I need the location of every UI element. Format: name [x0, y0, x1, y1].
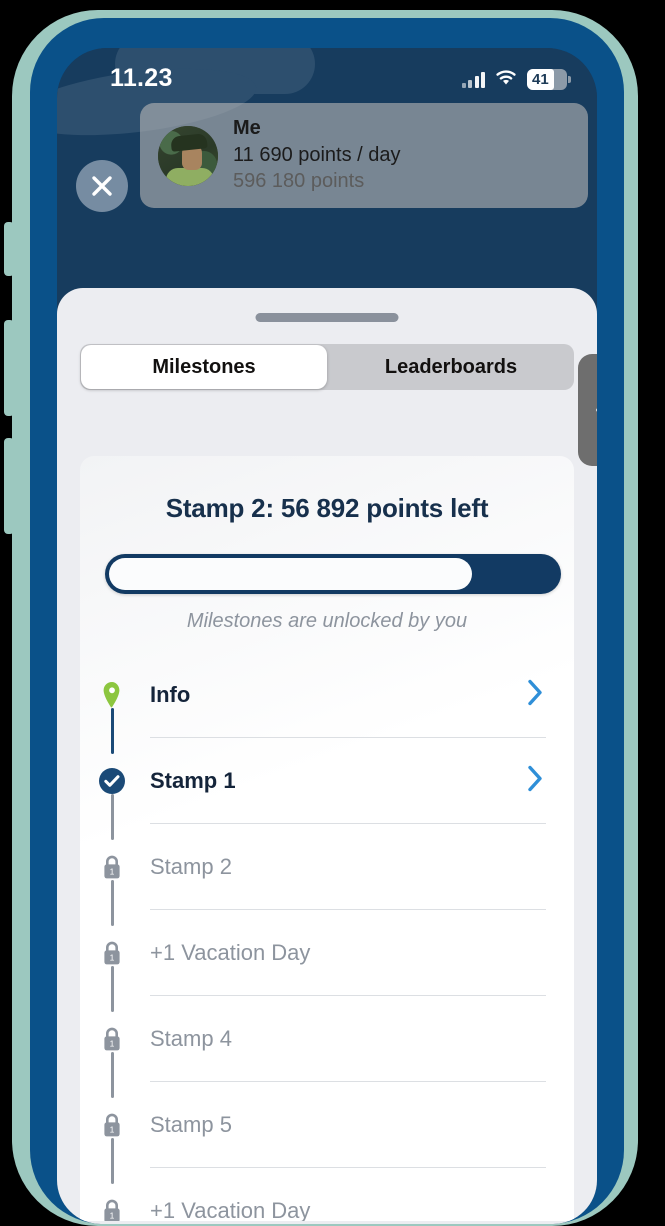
page-title: Stamp 2: 56 892 points left — [165, 493, 489, 523]
lock-icon: 1 — [98, 1023, 126, 1055]
tab-leaderboards[interactable]: Leaderboards — [328, 344, 574, 390]
milestone-label: +1 Vacation Day — [150, 1198, 311, 1221]
hero-header: 11.23 41 Me 11 690 points / day 596 180 … — [57, 48, 597, 288]
milestone-label: Stamp 1 — [150, 768, 236, 793]
milestone-label: Stamp 2 — [150, 854, 232, 879]
svg-text:1: 1 — [110, 1210, 115, 1220]
avatar — [158, 125, 218, 186]
user-summary-text: Me 11 690 points / day 596 180 points — [233, 116, 401, 195]
lock-icon: 1 — [98, 1195, 126, 1221]
user-total-points: 596 180 points — [233, 170, 365, 193]
milestone-row: 1 +1 Vacation Day — [80, 910, 574, 996]
milestone-label: Stamp 5 — [150, 1112, 232, 1137]
progress-bar-remaining — [109, 558, 473, 590]
phone-screen: 11.23 41 Me 11 690 points / day 596 180 … — [57, 48, 597, 1224]
drag-handle-icon[interactable] — [255, 313, 399, 322]
map-pin-icon — [103, 682, 120, 708]
avatar-body — [166, 167, 214, 186]
check-circle-icon — [98, 765, 126, 797]
milestones-card: Stamp 2: 56 892 points left Milestones a… — [80, 456, 574, 1221]
chevron-right-icon — [528, 765, 542, 792]
tab-bar: Milestones Leaderboards — [80, 344, 574, 390]
user-summary-card[interactable]: Me 11 690 points / day 596 180 points — [140, 103, 588, 208]
lock-icon: 1 — [104, 1113, 120, 1137]
check-circle-icon — [99, 768, 125, 794]
battery-icon: 41 — [527, 69, 571, 90]
milestone-row: 1 +1 Vacation Day — [80, 1168, 574, 1221]
bottom-sheet: Milestones Leaderboards Stamp 2: 56 892 … — [57, 288, 597, 1224]
milestone-chevron-button[interactable] — [524, 764, 546, 799]
milestone-label: Info — [150, 682, 191, 707]
progress-bar — [105, 554, 561, 594]
lock-icon: 1 — [104, 1027, 120, 1051]
milestone-chevron-button[interactable] — [524, 678, 546, 713]
tab-milestones[interactable]: Milestones — [81, 345, 327, 389]
close-button[interactable] — [76, 160, 128, 212]
svg-text:1: 1 — [110, 866, 115, 876]
milestone-row[interactable]: Stamp 1 — [80, 738, 574, 824]
close-icon — [92, 176, 112, 196]
lock-icon: 1 — [104, 1199, 120, 1221]
lock-icon: 1 — [98, 1109, 126, 1141]
cellular-signal-icon — [461, 71, 485, 88]
user-points-per-day: 11 690 points / day — [233, 143, 401, 166]
user-name: Me — [233, 117, 261, 140]
svg-text:1: 1 — [110, 1038, 115, 1048]
svg-text:1: 1 — [110, 952, 115, 962]
milestone-label: +1 Vacation Day — [150, 940, 311, 965]
status-bar-indicators: 41 — [461, 68, 571, 91]
milestone-row: 1 Stamp 5 — [80, 1082, 574, 1168]
milestone-list: Info Stamp 1 1 Stamp 2 1 +1 Vacation Day 1 Stam… — [80, 652, 574, 1221]
milestone-label: Stamp 4 — [150, 1026, 232, 1051]
mute-switch-button[interactable] — [4, 222, 14, 276]
milestone-row[interactable]: Info — [80, 652, 574, 738]
status-bar-time: 11.23 — [110, 64, 173, 92]
wifi-icon — [494, 68, 518, 91]
milestone-row: 1 Stamp 2 — [80, 824, 574, 910]
card-subtitle: Milestones are unlocked by you — [186, 610, 468, 632]
side-drawer-handle[interactable] — [578, 354, 597, 466]
battery-level-label: 41 — [532, 71, 549, 88]
chevron-right-icon — [528, 679, 542, 706]
volume-down-button[interactable] — [4, 438, 14, 534]
milestone-row: 1 Stamp 4 — [80, 996, 574, 1082]
battery-cap — [568, 76, 571, 83]
svg-text:1: 1 — [110, 1124, 115, 1134]
lock-icon: 1 — [104, 941, 120, 965]
lock-icon: 1 — [98, 937, 126, 969]
lock-icon: 1 — [98, 851, 126, 883]
screenshot-stage: 11.23 41 Me 11 690 points / day 596 180 … — [0, 0, 665, 1226]
map-pin-icon — [98, 679, 126, 711]
lock-icon: 1 — [104, 855, 120, 879]
volume-up-button[interactable] — [4, 320, 14, 416]
status-bar: 11.23 41 — [57, 62, 597, 96]
chevron-left-icon — [596, 408, 597, 412]
